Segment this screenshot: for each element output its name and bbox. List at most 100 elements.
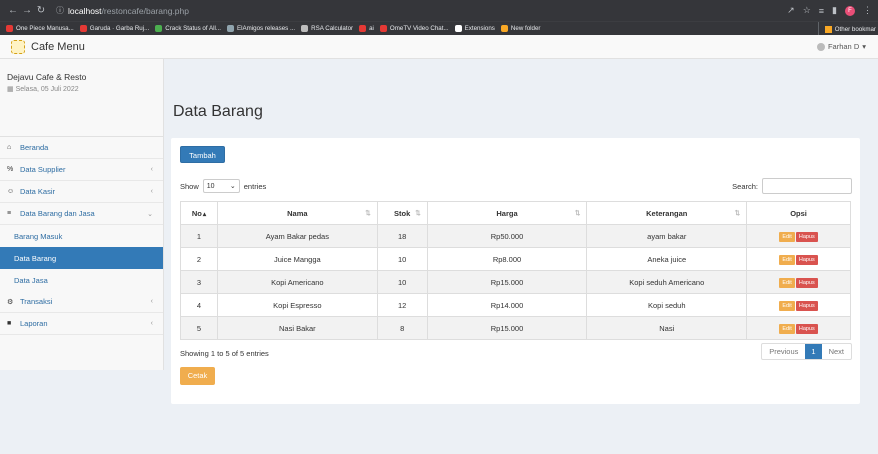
- cell-keterangan: Aneka juice: [586, 247, 748, 271]
- sidebar-item-data-kasir[interactable]: ☺ Data Kasir ‹: [0, 181, 163, 203]
- sidebar-item-label: Data Barang dan Jasa: [20, 209, 95, 218]
- table-search: Search:: [732, 178, 852, 194]
- cell-opsi: Edit Hapus: [746, 270, 851, 294]
- bookmark-item[interactable]: OmeTV Video Chat...: [379, 25, 449, 32]
- folder-icon: [824, 25, 832, 33]
- sidebar-subitem-barang-masuk[interactable]: Barang Masuk: [0, 225, 163, 247]
- print-button[interactable]: Cetak: [180, 367, 215, 385]
- cell-stok: 10: [376, 247, 428, 271]
- sidebar-item-transaksi[interactable]: ⚙ Transaksi ‹: [0, 291, 163, 313]
- app-title[interactable]: Cafe Menu: [31, 41, 85, 53]
- sidebar-item-data-supplier[interactable]: % Data Supplier ‹: [0, 159, 163, 181]
- edit-button[interactable]: Edit: [779, 300, 795, 311]
- other-bookmarks[interactable]: Other bookmar: [817, 22, 876, 35]
- cell-opsi: Edit Hapus: [746, 224, 851, 248]
- bookmark-item[interactable]: ElAmigos releases ...: [227, 25, 295, 32]
- sidebar-item-label: Data Kasir: [20, 187, 56, 196]
- address-bar[interactable]: ⓘ localhost/restoncafe/barang.php: [56, 5, 189, 16]
- edit-button[interactable]: Edit: [779, 277, 795, 288]
- add-button[interactable]: Tambah: [180, 146, 225, 163]
- bookmark-star-icon[interactable]: ☆: [803, 5, 811, 16]
- column-header-nama[interactable]: Nama ⇅: [216, 201, 378, 225]
- show-label: Show: [180, 181, 199, 191]
- column-header-no[interactable]: No▴: [180, 201, 218, 225]
- cell-no: 5: [180, 316, 218, 340]
- delete-button[interactable]: Hapus: [795, 254, 818, 265]
- next-page-button[interactable]: Next: [822, 344, 851, 359]
- sidebar-item-data-barang-dan-jasa[interactable]: ≡ Data Barang dan Jasa ⌄: [0, 203, 163, 225]
- column-header-label: Keterangan: [646, 208, 688, 218]
- entries-length: Show 10 ⌄ entries: [180, 179, 266, 193]
- bookmarks-bar: One Piece Manusa... Garuda · Garba Ruj...…: [0, 21, 878, 35]
- forward-icon[interactable]: →: [20, 5, 34, 16]
- browser-menu-icon[interactable]: ⋮: [863, 5, 872, 16]
- bookmark-item[interactable]: ai: [359, 25, 374, 32]
- bookmark-item[interactable]: Extensions: [454, 25, 495, 32]
- link-icon: %: [7, 166, 14, 173]
- bookmark-item[interactable]: One Piece Manusa...: [6, 25, 74, 32]
- reload-icon[interactable]: ↻: [34, 5, 48, 16]
- bookmark-item[interactable]: Garuda · Garba Ruj...: [79, 25, 150, 32]
- bookmark-item[interactable]: Crack Status of All...: [155, 25, 221, 32]
- chevron-icon: ⌄: [147, 210, 153, 218]
- delete-button[interactable]: Hapus: [795, 231, 818, 242]
- edit-button[interactable]: Edit: [779, 231, 795, 242]
- search-input[interactable]: [762, 178, 852, 194]
- edit-button[interactable]: Edit: [779, 323, 795, 334]
- cell-nama: Juice Mangga: [216, 247, 378, 271]
- table-row: 2 Juice Mangga 10 Rp8.000 Aneka juice Edit Hap…: [180, 247, 851, 271]
- sidebar-item-label: Laporan: [20, 319, 48, 328]
- column-header-keterangan[interactable]: Keterangan ⇅: [586, 201, 748, 225]
- pagination: Previous 1 Next: [761, 343, 852, 360]
- cell-no: 3: [180, 270, 218, 294]
- chevron-icon: ‹: [150, 188, 153, 195]
- sort-icon: ⇅: [365, 209, 371, 217]
- bookmark-label: OmeTV Video Chat...: [389, 25, 449, 32]
- column-header-stok[interactable]: Stok ⇅: [376, 201, 428, 225]
- entries-select[interactable]: 10 ⌄: [202, 179, 240, 193]
- share-icon[interactable]: ↗: [787, 5, 795, 16]
- entries-value: 10: [206, 182, 215, 190]
- column-header-label: Stok: [394, 208, 411, 218]
- edit-button[interactable]: Edit: [779, 254, 795, 265]
- bookmark-item[interactable]: RSA Calculator: [301, 25, 353, 32]
- column-header-label: Nama: [287, 208, 308, 218]
- page-1-button[interactable]: 1: [805, 344, 822, 359]
- bookmark-favicon-icon: [79, 25, 87, 32]
- chevron-down-icon: ⌄: [229, 183, 236, 190]
- bookmark-label: One Piece Manusa...: [16, 25, 74, 32]
- cell-harga: Rp15.000: [426, 270, 588, 294]
- delete-button[interactable]: Hapus: [795, 323, 818, 334]
- bookmark-favicon-icon: [227, 25, 234, 32]
- site-info-icon[interactable]: ⓘ: [56, 5, 64, 16]
- column-header-label: Harga: [496, 208, 518, 218]
- bookmark-label: RSA Calculator: [311, 25, 354, 32]
- sort-asc-icon: ▴: [202, 210, 207, 218]
- delete-button[interactable]: Hapus: [795, 277, 818, 288]
- bookmark-label: Garuda · Garba Ruj...: [89, 25, 150, 32]
- column-header-opsi[interactable]: Opsi: [746, 201, 851, 225]
- sidebar-item-label: Beranda: [20, 143, 49, 152]
- previous-page-button[interactable]: Previous: [762, 344, 805, 359]
- bookmark-favicon-icon: [301, 25, 309, 32]
- sidebar-subitem-data-barang[interactable]: Data Barang: [0, 247, 163, 269]
- column-header-harga[interactable]: Harga ⇅: [426, 201, 588, 225]
- brand-date: ▦ Selasa, 05 Juli 2022: [7, 85, 163, 93]
- side-panel-icon[interactable]: ▮: [832, 5, 837, 16]
- user-name: Farhan D: [827, 42, 860, 51]
- delete-button[interactable]: Hapus: [795, 300, 818, 311]
- sidebar-item-beranda[interactable]: ⌂ Beranda: [0, 137, 163, 159]
- bookmark-item[interactable]: New folder: [500, 25, 540, 32]
- sidebar-subitem-data-jasa[interactable]: Data Jasa: [0, 269, 163, 291]
- cell-keterangan: ayam bakar: [586, 224, 748, 248]
- cell-harga: Rp15.000: [426, 316, 588, 340]
- user-menu[interactable]: Farhan D ▾: [816, 42, 866, 51]
- profile-avatar[interactable]: F: [845, 5, 855, 16]
- table-row: 4 Kopi Espresso 12 Rp14.000 Kopi seduh Edit Ha…: [180, 293, 851, 317]
- reading-list-icon[interactable]: ≡: [819, 6, 824, 16]
- bookmark-label: ElAmigos releases ...: [237, 25, 296, 32]
- bookmark-favicon-icon: [500, 25, 508, 32]
- table-row: 3 Kopi Americano 10 Rp15.000 Kopi seduh Amer…: [180, 270, 851, 294]
- back-icon[interactable]: ←: [6, 5, 20, 16]
- sidebar-item-laporan[interactable]: ■ Laporan ‹: [0, 313, 163, 335]
